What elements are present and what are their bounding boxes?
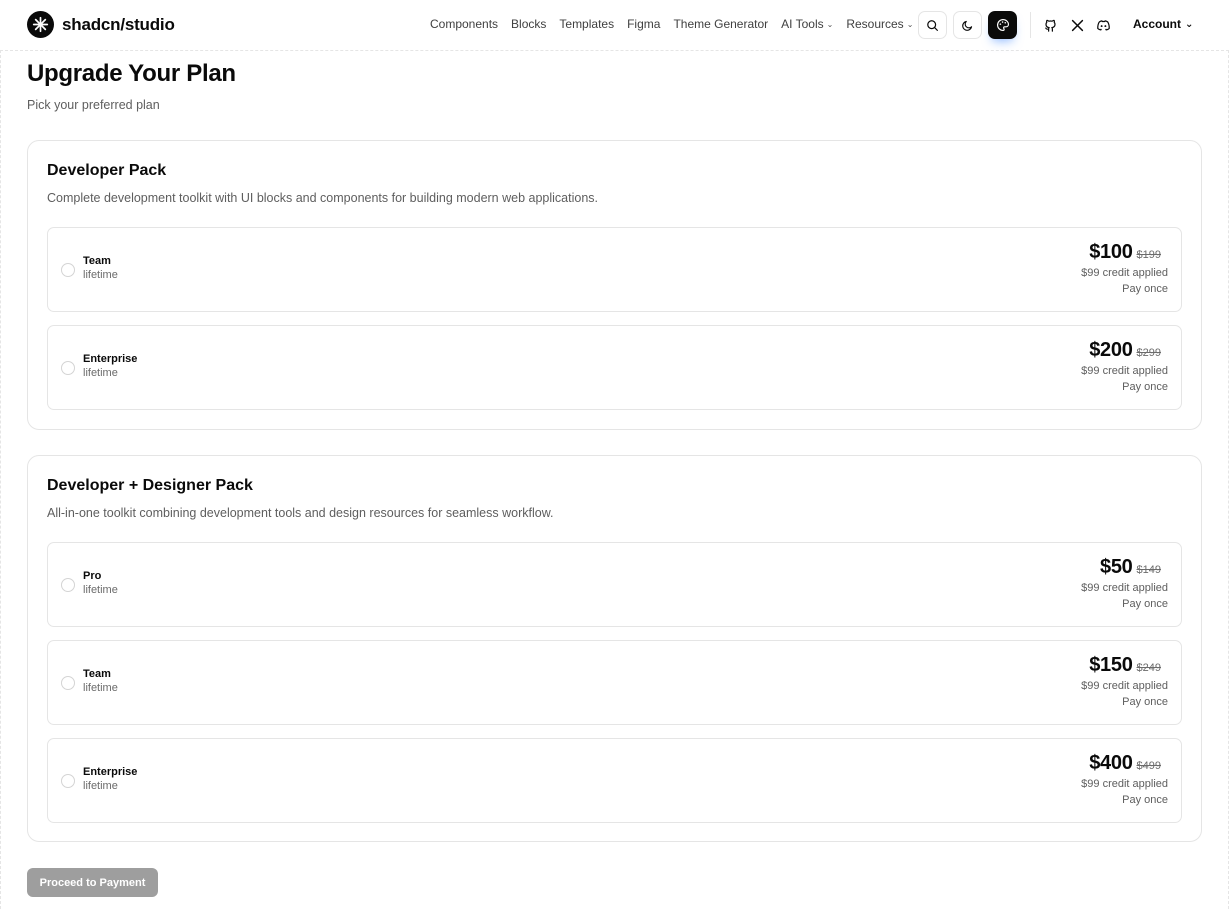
- plan-option-enterprise[interactable]: Enterprise lifetime $400 $499 $99 credit…: [47, 738, 1182, 823]
- plan-term: lifetime: [83, 682, 118, 694]
- github-icon: [1044, 19, 1056, 32]
- chevron-down-icon: ⌄: [906, 19, 914, 29]
- plan-option-team[interactable]: Team lifetime $150 $249 $99 credit appli…: [47, 640, 1182, 725]
- x-link[interactable]: [1068, 16, 1086, 34]
- plan-term: lifetime: [83, 584, 118, 596]
- plan-term: lifetime: [83, 367, 118, 379]
- page-frame-left: [0, 0, 1, 909]
- plan-name: Team: [83, 668, 111, 680]
- nav-link-blocks[interactable]: Blocks: [511, 17, 546, 31]
- plan-original-price: $249: [1136, 662, 1161, 674]
- plan-radio[interactable]: [61, 263, 75, 277]
- nav-link-label: Figma: [627, 17, 661, 31]
- nav-link-label: AI Tools: [781, 17, 824, 31]
- pack-description: Complete development toolkit with UI blo…: [47, 191, 598, 205]
- plan-name: Pro: [83, 570, 102, 582]
- main-nav: Components Blocks Templates Figma Theme …: [430, 17, 913, 31]
- plan-pricing: $100 $199 $99 credit applied Pay once: [1081, 241, 1168, 295]
- pack-card-developer: Developer Pack Complete development tool…: [27, 140, 1202, 430]
- pack-title: Developer + Designer Pack: [47, 477, 253, 494]
- plan-term: lifetime: [83, 780, 118, 792]
- plan-credit: $99 credit applied: [1081, 680, 1168, 692]
- plan-radio[interactable]: [61, 676, 75, 690]
- nav-link-label: Blocks: [511, 17, 547, 31]
- moon-icon: [962, 20, 973, 31]
- pack-description: All-in-one toolkit combining development…: [47, 506, 554, 520]
- plan-price: $150: [1089, 654, 1133, 676]
- plan-payment-note: Pay once: [1122, 283, 1168, 295]
- plan-credit: $99 credit applied: [1081, 582, 1168, 594]
- plan-price: $50: [1100, 556, 1133, 578]
- plan-price: $200: [1089, 339, 1133, 361]
- chevron-down-icon: ⌄: [826, 19, 834, 29]
- plan-radio[interactable]: [61, 361, 75, 375]
- nav-link-figma[interactable]: Figma: [627, 17, 660, 31]
- brand-name: shadcn/studio: [62, 14, 175, 34]
- plan-price: $400: [1089, 752, 1133, 774]
- pack-card-developer-designer: Developer + Designer Pack All-in-one too…: [27, 455, 1202, 842]
- nav-dropdown-resources[interactable]: Resources ⌄: [846, 17, 913, 31]
- theme-toggle-button[interactable]: [953, 11, 982, 39]
- plan-pricing: $150 $249 $99 credit applied Pay once: [1081, 654, 1168, 708]
- nav-link-label: Theme Generator: [673, 17, 769, 31]
- discord-link[interactable]: [1094, 16, 1112, 34]
- plan-name: Enterprise: [83, 766, 138, 778]
- plan-original-price: $499: [1136, 760, 1161, 772]
- x-icon: [1071, 19, 1083, 31]
- account-menu[interactable]: Account ⌄: [1133, 17, 1193, 31]
- top-navbar: shadcn/studio Components Blocks Template…: [0, 0, 1229, 51]
- plan-option-team[interactable]: Team lifetime $100 $199 $99 credit appli…: [47, 227, 1182, 312]
- plan-pricing: $400 $499 $99 credit applied Pay once: [1081, 752, 1168, 806]
- nav-link-theme-generator[interactable]: Theme Generator: [673, 17, 768, 31]
- plan-payment-note: Pay once: [1122, 598, 1168, 610]
- nav-link-components[interactable]: Components: [430, 17, 498, 31]
- proceed-to-payment-button[interactable]: Proceed to Payment: [27, 868, 158, 897]
- plan-credit: $99 credit applied: [1081, 267, 1168, 279]
- plan-radio[interactable]: [61, 774, 75, 788]
- plan-credit: $99 credit applied: [1081, 778, 1168, 790]
- search-icon: [927, 19, 938, 31]
- search-button[interactable]: [918, 11, 947, 39]
- plan-radio[interactable]: [61, 578, 75, 592]
- account-label: Account: [1133, 17, 1181, 31]
- chevron-down-icon: ⌄: [1185, 18, 1194, 30]
- nav-dropdown-ai-tools[interactable]: AI Tools ⌄: [781, 17, 833, 31]
- page-subtitle: Pick your preferred plan: [27, 98, 160, 112]
- plan-original-price: $149: [1136, 564, 1161, 576]
- nav-link-templates[interactable]: Templates: [559, 17, 614, 31]
- plan-price: $100: [1089, 241, 1133, 263]
- discord-icon: [1096, 19, 1110, 31]
- plan-pricing: $200 $299 $99 credit applied Pay once: [1081, 339, 1168, 393]
- plan-original-price: $299: [1136, 347, 1161, 359]
- nav-link-label: Templates: [559, 17, 615, 31]
- page-title: Upgrade Your Plan: [27, 60, 236, 87]
- nav-link-label: Components: [430, 17, 499, 31]
- nav-link-label: Resources: [846, 17, 904, 31]
- plan-original-price: $199: [1136, 249, 1161, 261]
- plan-payment-note: Pay once: [1122, 696, 1168, 708]
- github-link[interactable]: [1041, 16, 1059, 34]
- theme-customizer-button[interactable]: [988, 11, 1017, 39]
- plan-option-enterprise[interactable]: Enterprise lifetime $200 $299 $99 credit…: [47, 325, 1182, 410]
- plan-credit: $99 credit applied: [1081, 365, 1168, 377]
- plan-term: lifetime: [83, 269, 118, 281]
- plan-name: Team: [83, 255, 111, 267]
- plan-payment-note: Pay once: [1122, 794, 1168, 806]
- header-divider: [1030, 12, 1031, 38]
- plan-option-pro[interactable]: Pro lifetime $50 $149 $99 credit applied…: [47, 542, 1182, 627]
- plan-payment-note: Pay once: [1122, 381, 1168, 393]
- brand-logo[interactable]: shadcn/studio: [27, 11, 175, 38]
- palette-icon: [996, 19, 1009, 31]
- plan-name: Enterprise: [83, 353, 138, 365]
- logo-icon: [27, 11, 54, 38]
- pack-title: Developer Pack: [47, 162, 167, 179]
- plan-pricing: $50 $149 $99 credit applied Pay once: [1081, 556, 1168, 610]
